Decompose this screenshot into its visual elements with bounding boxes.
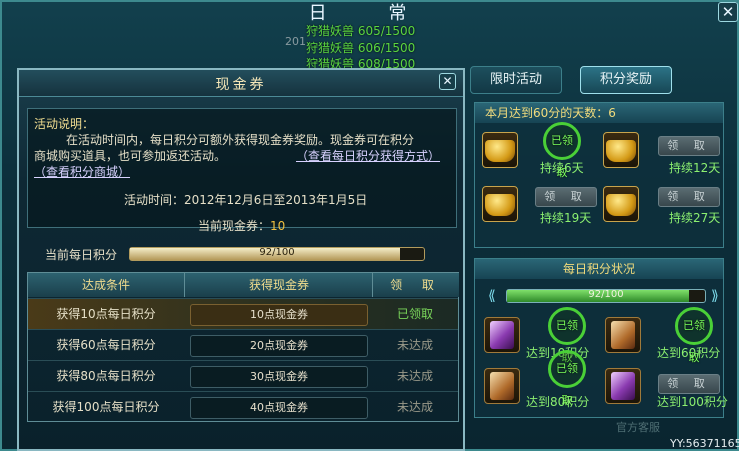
close-icon: ✕ xyxy=(442,74,453,88)
bottom-ghost-text: 官方客服 xyxy=(616,421,660,434)
daily-score-progress-text: 92/100 xyxy=(259,247,295,258)
reward-slot[interactable] xyxy=(605,317,641,353)
day-reward-label: 持续19天 xyxy=(540,211,592,225)
daily-score-bar: 92/100 xyxy=(506,289,706,303)
table-row: 获得60点每日积分 20点现金券 未达成 xyxy=(28,329,458,360)
tab-limited-activity[interactable]: 限时活动 xyxy=(470,66,562,94)
gold-ingot-icon xyxy=(485,140,515,162)
claim-button[interactable]: 领 取 xyxy=(658,187,720,207)
claim-button[interactable]: 领 取 xyxy=(535,187,597,207)
reward-slot[interactable] xyxy=(482,186,518,222)
current-coupon-value: 10 xyxy=(270,219,286,233)
claimed-stamp: 已领取 xyxy=(675,307,713,364)
table-header-claim: 领 取 xyxy=(372,273,459,297)
table-header-condition: 达成条件 xyxy=(28,273,184,297)
coupon-reward-box: 40点现金券 xyxy=(190,397,368,419)
coupon-reward-box: 30点现金券 xyxy=(190,366,368,388)
table-row[interactable]: 获得10点每日积分 10点现金券 已领取 xyxy=(28,298,458,329)
condition-cell: 获得10点每日积分 xyxy=(56,307,156,321)
claim-status-cell: 未达成 xyxy=(396,369,433,383)
table-row: 获得80点每日积分 30点现金券 未达成 xyxy=(28,360,458,391)
activity-time: 活动时间：2012年12月6日至2013年1月5日 xyxy=(124,193,368,207)
reward-table: 达成条件 获得现金券 领 取 获得10点每日积分 10点现金券 已领取 获得60… xyxy=(27,272,459,422)
gold-ingot-icon xyxy=(606,194,636,216)
reward-slot[interactable] xyxy=(484,317,520,353)
purple-scroll-icon xyxy=(611,372,635,400)
coupon-reward-box: 10点现金券 xyxy=(190,304,368,326)
current-coupon: 当前现金券：10 xyxy=(198,219,286,233)
daily-score-header: 每日积分状况 xyxy=(475,259,723,279)
dialog-close-button[interactable]: ✕ xyxy=(439,73,456,90)
monthly-days-header: 本月达到60分的天数：6 xyxy=(475,103,723,123)
score-method-link[interactable]: （查看每日积分获得方式） xyxy=(296,147,440,164)
claim-status-cell[interactable]: 已领取 xyxy=(372,299,458,329)
dialog-title: 现金券 xyxy=(215,77,267,93)
purple-scroll-icon xyxy=(490,321,514,349)
daily-score-progress: 92/100 xyxy=(129,247,425,261)
claimed-stamp: 已领取 xyxy=(543,122,581,179)
ornament-left-icon: ⟪ xyxy=(488,288,496,304)
gold-ingot-icon xyxy=(485,194,515,216)
condition-cell: 获得60点每日积分 xyxy=(56,338,156,352)
reward-slot[interactable] xyxy=(484,368,520,404)
coupon-reward-box: 20点现金券 xyxy=(190,335,368,357)
day-reward-label: 持续12天 xyxy=(669,161,721,175)
condition-cell: 获得100点每日积分 xyxy=(52,400,160,414)
window-title: 日 常 xyxy=(308,3,435,24)
orange-scroll-icon xyxy=(611,321,635,349)
ornament-right-icon: ⟫ xyxy=(711,288,719,304)
claim-status-cell: 未达成 xyxy=(396,338,433,352)
gold-ingot-icon xyxy=(606,140,636,162)
main-close-button[interactable]: ✕ xyxy=(718,2,738,22)
days-count: 6 xyxy=(608,106,616,120)
score-reward-label: 达到60积分 xyxy=(657,346,721,360)
description-text-1: 在活动时间内，每日积分可额外获得现金券奖励。现金券可在积分 xyxy=(66,133,415,147)
daily-score-bar-text: 92/100 xyxy=(588,289,624,300)
daily-score-label: 当前每日积分 xyxy=(45,248,118,262)
description-box: 活动说明： 在活动时间内，每日积分可额外获得现金券奖励。现金券可在积分 商城购买… xyxy=(27,108,457,233)
claim-button[interactable]: 领 取 xyxy=(658,136,720,156)
reward-slot[interactable] xyxy=(603,132,639,168)
claim-button[interactable]: 领 取 xyxy=(658,374,720,394)
description-label: 活动说明： xyxy=(34,117,95,131)
claimed-stamp: 已领取 xyxy=(548,307,586,364)
yy-watermark: YY:56371165 xyxy=(670,437,739,450)
hunt-progress-line: 狩猎妖兽 606/1500 xyxy=(306,41,416,55)
score-reward-label: 达到100积分 xyxy=(657,395,728,409)
day-reward-label: 持续27天 xyxy=(669,211,721,225)
hunt-progress-line: 狩猎妖兽 605/1500 xyxy=(306,24,416,38)
score-mall-link[interactable]: （查看积分商城） xyxy=(34,163,130,180)
claimed-stamp: 已领取 xyxy=(548,350,586,407)
cash-coupon-dialog: 现金券 ✕ 活动说明： 在活动时间内，每日积分可额外获得现金券奖励。现金券可在积… xyxy=(17,68,465,451)
table-row: 获得100点每日积分 40点现金券 未达成 xyxy=(28,391,458,422)
reward-slot[interactable] xyxy=(603,186,639,222)
window-subtitle: 201 xyxy=(285,35,306,48)
close-icon: ✕ xyxy=(721,3,735,21)
orange-scroll-icon xyxy=(490,372,514,400)
score-reward-label: 达到80积分 xyxy=(526,395,590,409)
tab-score-reward[interactable]: 积分奖励 xyxy=(580,66,672,94)
claim-status-cell: 未达成 xyxy=(396,400,433,414)
condition-cell: 获得80点每日积分 xyxy=(56,369,156,383)
day-reward-label: 持续6天 xyxy=(540,161,584,175)
description-text-2: 商城购买道具，也可参加返还活动。 xyxy=(34,149,227,163)
table-header-reward: 获得现金券 xyxy=(184,273,373,297)
reward-slot[interactable] xyxy=(482,132,518,168)
reward-slot[interactable] xyxy=(605,368,641,404)
